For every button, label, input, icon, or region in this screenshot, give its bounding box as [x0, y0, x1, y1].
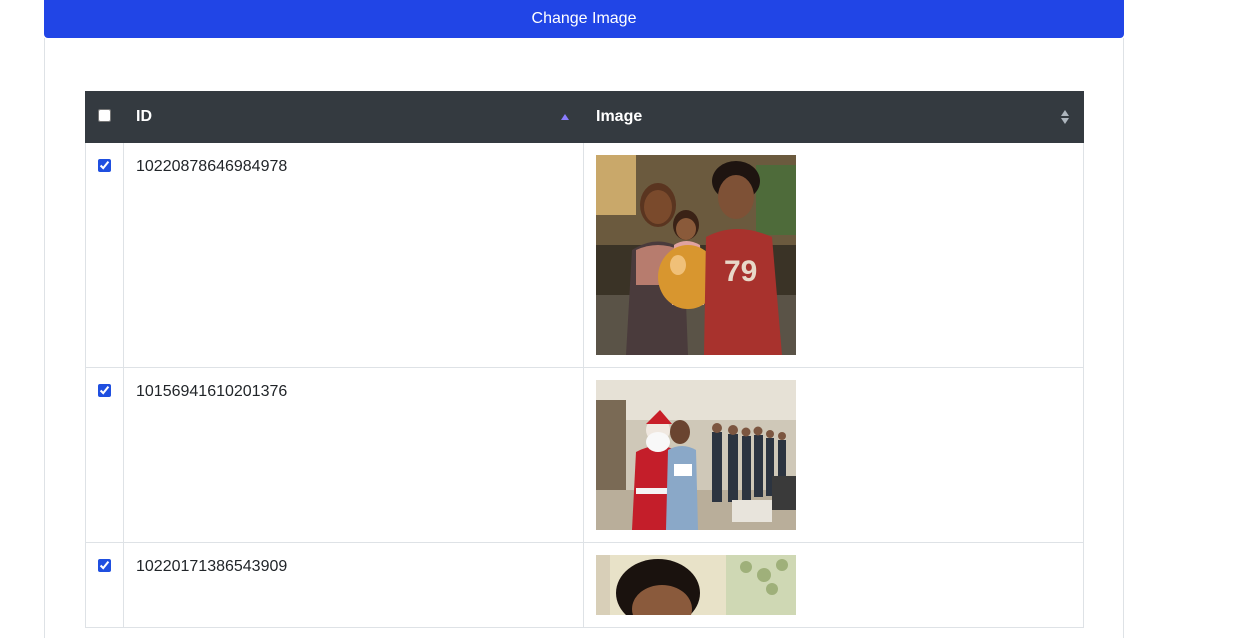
row-checkbox[interactable] [98, 159, 111, 172]
family-photo-image[interactable]: 79 [596, 155, 796, 355]
sort-both-icon[interactable] [1061, 110, 1069, 124]
santa-photo-image[interactable] [596, 380, 796, 530]
image-cell [583, 367, 1084, 543]
table-row: 10220878646984978 79 [85, 142, 1084, 368]
row-checkbox[interactable] [98, 559, 111, 572]
image-cell [583, 542, 1084, 628]
portrait-photo-image[interactable] [596, 555, 796, 615]
row-id: 10220878646984978 [136, 158, 288, 175]
row-id: 10220171386543909 [136, 558, 288, 575]
row-check-cell [85, 367, 124, 543]
id-cell: 10220171386543909 [123, 542, 584, 628]
id-cell: 10156941610201376 [123, 367, 584, 543]
column-header-id-label: ID [136, 108, 152, 125]
id-cell: 10220878646984978 [123, 142, 584, 368]
row-check-cell [85, 542, 124, 628]
sort-ascending-icon[interactable] [561, 114, 569, 120]
change-image-button[interactable]: Change Image [44, 0, 1124, 38]
row-checkbox[interactable] [98, 384, 111, 397]
table-row: 10220171386543909 [85, 542, 1084, 628]
select-all-header [85, 91, 124, 143]
image-cell: 79 [583, 142, 1084, 368]
row-id: 10156941610201376 [136, 383, 288, 400]
image-table: ID Image 10220878646984978 79 1015694161… [85, 91, 1084, 628]
column-header-id[interactable]: ID [123, 91, 584, 143]
column-header-image-label: Image [596, 108, 643, 125]
column-header-image[interactable]: Image [583, 91, 1084, 143]
select-all-checkbox[interactable] [98, 109, 111, 122]
table-row: 10156941610201376 [85, 367, 1084, 543]
table-header-row: ID Image [85, 91, 1084, 143]
row-check-cell [85, 142, 124, 368]
svg-text:79: 79 [724, 255, 757, 288]
